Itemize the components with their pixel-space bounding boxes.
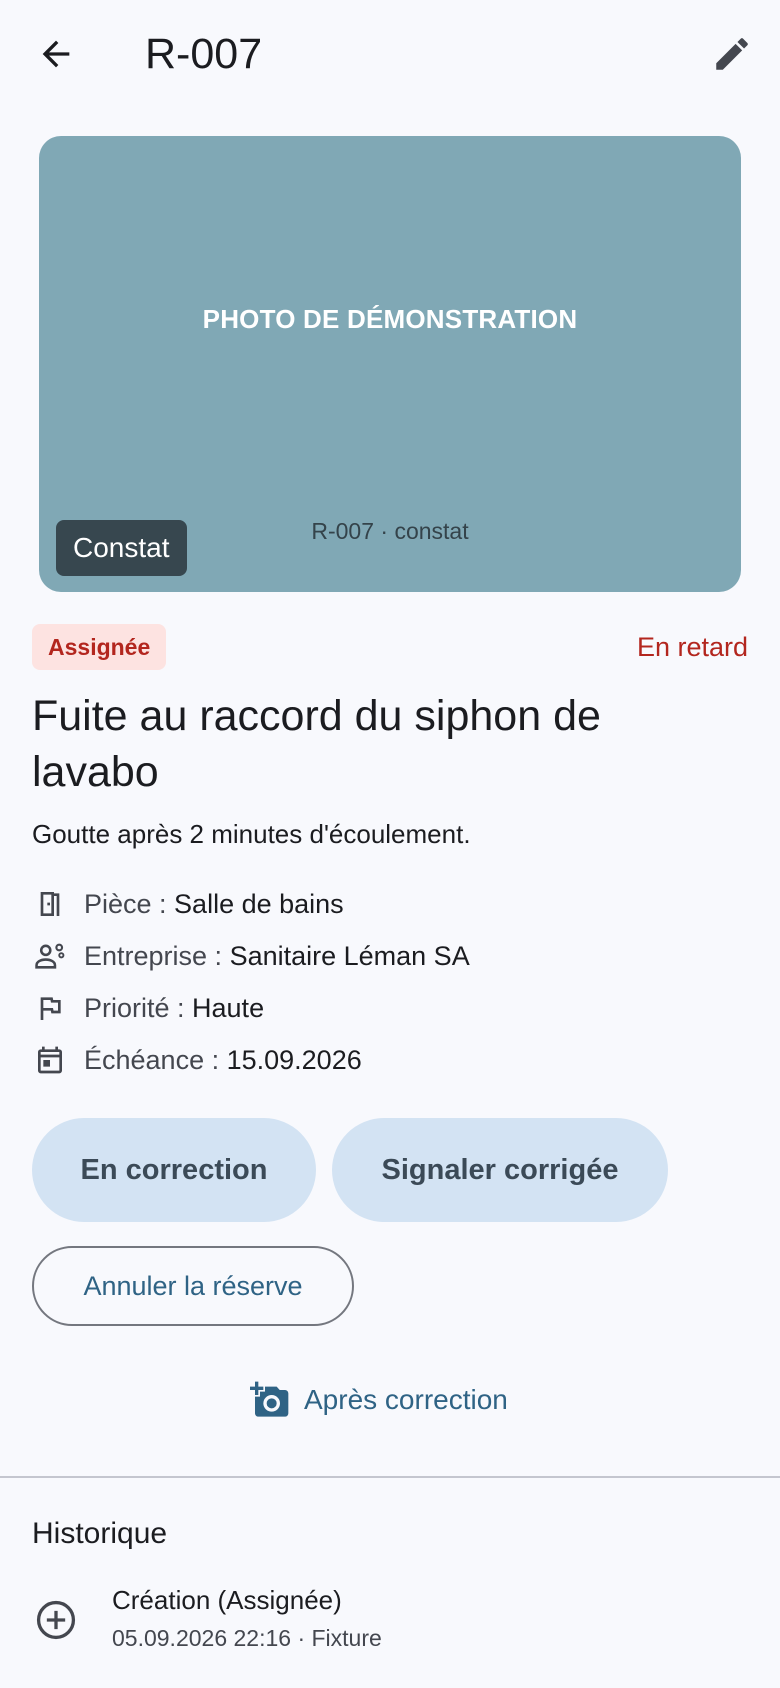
- late-label: En retard: [636, 632, 748, 662]
- in-correction-button[interactable]: En correction: [32, 1118, 316, 1222]
- detail-value: Sanitaire Léman SA: [229, 940, 470, 971]
- page-title: R-007: [145, 30, 263, 78]
- add-photo-icon: [250, 1380, 290, 1420]
- after-correction-button[interactable]: Après correction: [250, 1372, 508, 1428]
- app-bar: R-007: [0, 0, 780, 112]
- detail-value: Salle de bains: [174, 888, 344, 919]
- cancel-reserve-button[interactable]: Annuler la réserve: [32, 1246, 354, 1326]
- detail-value: Haute: [192, 992, 265, 1023]
- detail-due-date: Échéance : 15.09.2026: [32, 1040, 362, 1080]
- defect-title: Fuite au raccord du siphon de lavabo: [32, 692, 601, 796]
- back-button[interactable]: [26, 20, 86, 92]
- edit-button[interactable]: [700, 24, 764, 88]
- detail-priority: Priorité : Haute: [32, 988, 264, 1028]
- detail-label: Entreprise :: [84, 940, 230, 971]
- detail-company: Entreprise : Sanitaire Léman SA: [32, 936, 470, 976]
- detail-label: Pièce :: [84, 888, 175, 919]
- door-icon: [32, 886, 68, 922]
- add-circle-icon: [32, 1596, 80, 1644]
- after-correction-label: Après correction: [304, 1384, 508, 1415]
- history-item: Création (Assignée) 05.09.2026 22:16 · F…: [32, 1582, 748, 1662]
- defect-photo[interactable]: PHOTO DE DÉMONSTRATION R-007 · constat C…: [39, 136, 741, 592]
- calendar-icon: [32, 1042, 68, 1078]
- photo-tag: Constat: [56, 520, 187, 576]
- pencil-icon: [711, 33, 753, 80]
- engineer-icon: [32, 938, 68, 974]
- arrow-back-icon: [36, 34, 76, 79]
- flag-icon: [32, 990, 68, 1026]
- defect-description: Goutte après 2 minutes d'écoulement.: [32, 819, 471, 849]
- divider: [0, 1476, 780, 1478]
- history-item-subtitle: 05.09.2026 22:16 · Fixture: [112, 1625, 382, 1651]
- status-badge: Assignée: [32, 624, 167, 670]
- detail-label: Échéance :: [84, 1044, 227, 1075]
- detail-value: 15.09.2026: [226, 1044, 362, 1075]
- history-title: Historique: [32, 1517, 168, 1550]
- detail-room: Pièce : Salle de bains: [32, 884, 344, 924]
- report-fixed-button[interactable]: Signaler corrigée: [332, 1118, 668, 1222]
- history-item-title: Création (Assignée): [112, 1585, 342, 1615]
- detail-label: Priorité :: [84, 992, 193, 1023]
- photo-caption: PHOTO DE DÉMONSTRATION: [202, 304, 578, 334]
